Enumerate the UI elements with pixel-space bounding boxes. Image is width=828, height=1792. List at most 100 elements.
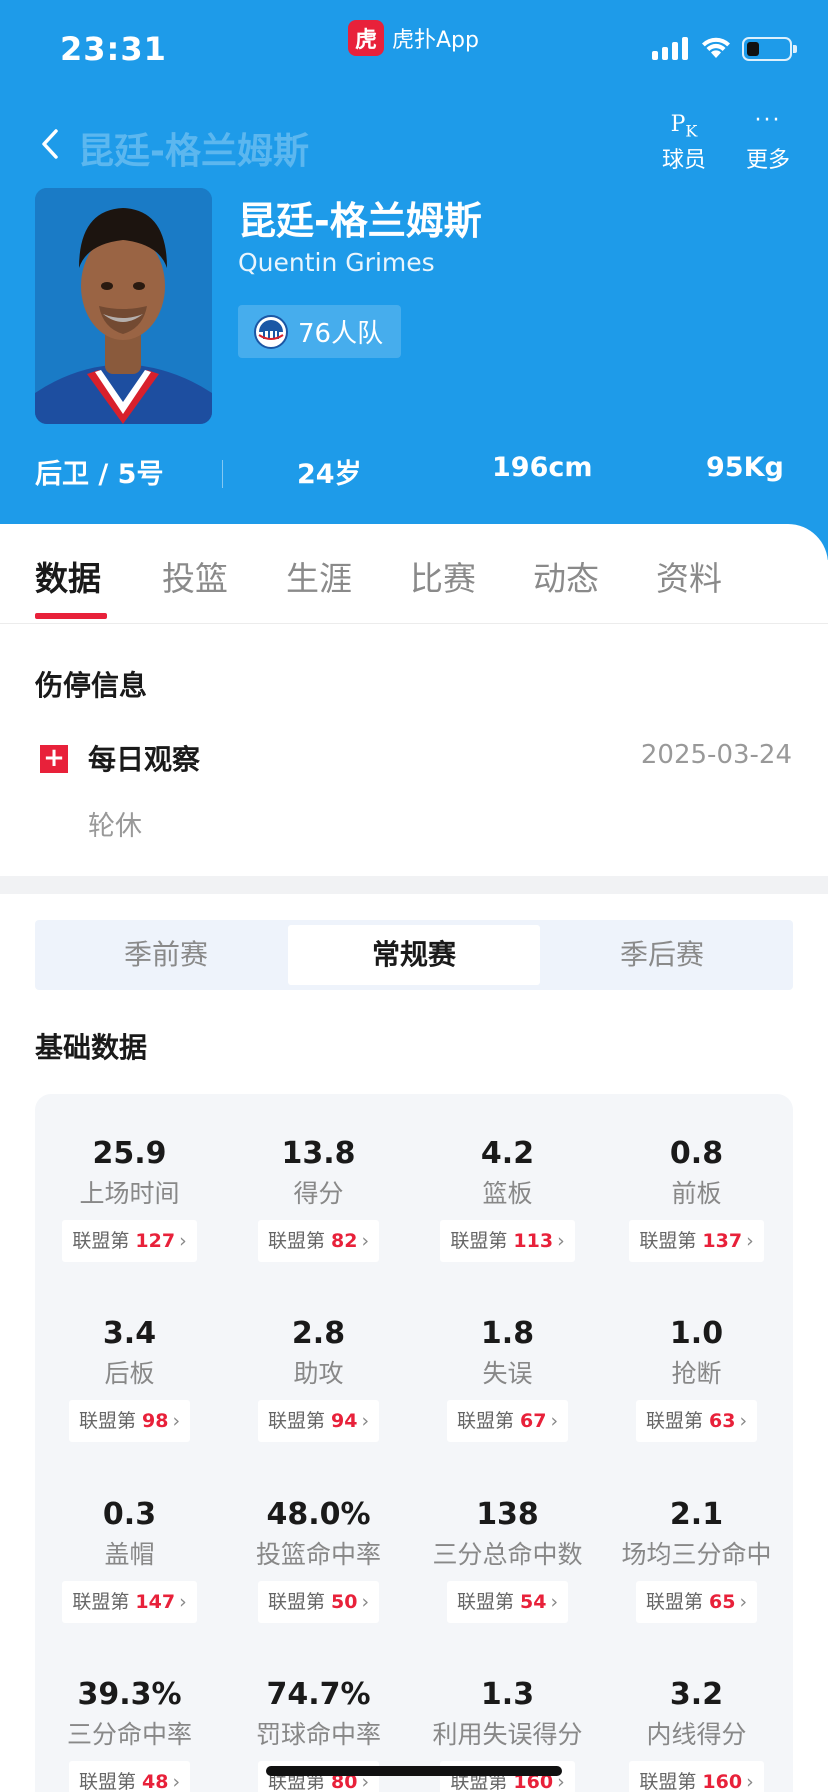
stat-3p-pct: 39.3% 三分命中率 联盟第 48 › (35, 1675, 224, 1792)
league-rank-button[interactable]: 联盟第 54 › (446, 1581, 569, 1623)
stat-label: 三分总命中数 (432, 1540, 583, 1569)
nav-title: 昆廷-格兰姆斯 (78, 131, 309, 172)
medical-cross-icon: + (40, 745, 68, 773)
tab-data[interactable]: 数据 (35, 552, 101, 600)
status-time: 23:31 (60, 30, 167, 68)
stat-blocks: 0.3 盖帽 联盟第 147 › (35, 1495, 224, 1623)
wifi-icon (702, 37, 730, 58)
stat-value: 39.3% (77, 1677, 182, 1712)
section-divider (0, 876, 828, 894)
chevron-right-icon: › (746, 1771, 754, 1792)
league-rank-button[interactable]: 联盟第 82 › (257, 1220, 380, 1262)
more-label: 更多 (745, 148, 790, 173)
season-preseason-tab[interactable]: 季前赛 (40, 925, 292, 985)
season-regular-tab[interactable]: 常规赛 (288, 925, 540, 985)
season-type-switch: 季前赛 常规赛 季后赛 (35, 920, 793, 990)
stat-value: 13.8 (281, 1136, 356, 1171)
basic-stats-title: 基础数据 (35, 1031, 148, 1064)
chevron-right-icon: › (172, 1771, 181, 1792)
stat-turnovers: 1.8 失误 联盟第 67 › (413, 1314, 602, 1442)
player-avatar (35, 188, 212, 424)
stat-value: 74.7% (266, 1677, 371, 1712)
chevron-right-icon: › (739, 1410, 748, 1432)
team-name: 76人队 (298, 319, 384, 349)
stat-steals: 1.0 抢断 联盟第 63 › (602, 1314, 791, 1442)
tab-games[interactable]: 比赛 (410, 552, 476, 600)
tab-shooting[interactable]: 投篮 (162, 552, 228, 600)
stat-fg-pct: 48.0% 投篮命中率 联盟第 50 › (224, 1495, 413, 1623)
league-rank-button[interactable]: 联盟第 98 › (68, 1400, 191, 1442)
tab-profile[interactable]: 资料 (656, 552, 722, 600)
stat-value: 0.3 (102, 1497, 157, 1532)
stat-assists: 2.8 助攻 联盟第 94 › (224, 1314, 413, 1442)
tab-career[interactable]: 生涯 (286, 552, 352, 600)
stat-value: 48.0% (266, 1497, 371, 1532)
stat-defensive-rebounds: 3.4 后板 联盟第 98 › (35, 1314, 224, 1442)
battery-icon (742, 37, 797, 61)
more-button[interactable]: ··· 更多 (740, 108, 796, 174)
chevron-right-icon: › (361, 1591, 370, 1613)
league-rank-button[interactable]: 联盟第 137 › (629, 1220, 764, 1262)
player-name-cn: 昆廷-格兰姆斯 (238, 199, 482, 243)
league-rank-button[interactable]: 联盟第 67 › (446, 1400, 569, 1442)
status-app-indicator[interactable]: 虎 虎扑App (348, 20, 479, 56)
stat-label: 场均三分命中 (621, 1540, 772, 1569)
position-number: 后卫 / 5号 (35, 459, 164, 490)
stat-label: 得分 (293, 1179, 344, 1208)
chevron-left-icon (42, 129, 58, 159)
player-height: 196cm (492, 452, 593, 483)
league-rank-button[interactable]: 联盟第 65 › (635, 1581, 758, 1623)
league-rank-button[interactable]: 联盟第 113 › (440, 1220, 575, 1262)
league-rank-button[interactable]: 联盟第 160 › (629, 1761, 764, 1792)
chevron-right-icon: › (179, 1591, 187, 1613)
injury-date: 2025-03-24 (640, 740, 792, 770)
stat-label: 后板 (104, 1359, 155, 1388)
stat-value: 2.1 (669, 1497, 724, 1532)
league-rank-button[interactable]: 联盟第 50 › (257, 1581, 380, 1623)
pk-icon: PK (670, 112, 698, 141)
stat-label: 盖帽 (104, 1540, 155, 1569)
stat-offensive-rebounds: 0.8 前板 联盟第 137 › (602, 1134, 791, 1262)
stat-label: 利用失误得分 (432, 1720, 583, 1749)
stat-value: 2.8 (291, 1316, 346, 1351)
home-indicator[interactable] (266, 1766, 562, 1776)
league-rank-button[interactable]: 联盟第 147 › (62, 1581, 197, 1623)
stat-label: 投篮命中率 (255, 1540, 381, 1569)
status-bar: 23:31 虎 虎扑App (0, 0, 828, 100)
league-rank-button[interactable]: 联盟第 63 › (635, 1400, 758, 1442)
player-name-en: Quentin Grimes (238, 248, 435, 277)
hupu-app-icon: 虎 (348, 20, 384, 56)
stat-label: 罚球命中率 (255, 1720, 381, 1749)
back-button[interactable] (40, 126, 66, 162)
stat-points: 13.8 得分 联盟第 82 › (224, 1134, 413, 1262)
stat-paint-points: 3.2 内线得分 联盟第 160 › (602, 1675, 791, 1792)
status-app-name: 虎扑App (392, 28, 479, 53)
stat-label: 内线得分 (646, 1720, 747, 1749)
main-tabs: 数据 投篮 生涯 比赛 动态 资料 (0, 524, 828, 624)
stat-3pm-per-game: 2.1 场均三分命中 联盟第 65 › (602, 1495, 791, 1623)
stat-value: 1.0 (669, 1316, 724, 1351)
chevron-right-icon: › (739, 1591, 748, 1613)
player-weight: 95Kg (706, 452, 784, 483)
active-tab-indicator (35, 613, 107, 619)
player-pk-button[interactable]: PK 球员 (656, 108, 712, 174)
stat-value: 1.3 (480, 1677, 535, 1712)
stat-label: 篮板 (482, 1179, 533, 1208)
player-header: 23:31 虎 虎扑App 昆廷-格兰姆斯 PK 球员 ··· 更多 昆廷-格兰… (0, 0, 828, 560)
league-rank-button[interactable]: 联盟第 127 › (62, 1220, 197, 1262)
season-playoffs-tab[interactable]: 季后赛 (536, 925, 788, 985)
more-dots-icon: ··· (754, 108, 782, 133)
stat-value: 4.2 (480, 1136, 535, 1171)
pk-label: 球员 (661, 148, 706, 173)
tab-news[interactable]: 动态 (533, 552, 599, 600)
league-rank-button[interactable]: 联盟第 94 › (257, 1400, 380, 1442)
stat-label: 上场时间 (79, 1179, 180, 1208)
stat-rebounds: 4.2 篮板 联盟第 113 › (413, 1134, 602, 1262)
injury-section-title: 伤停信息 (35, 669, 148, 702)
team-badge[interactable]: 76人队 (238, 305, 401, 358)
stat-value: 0.8 (669, 1136, 724, 1171)
league-rank-button[interactable]: 联盟第 48 › (68, 1761, 191, 1792)
chevron-right-icon: › (361, 1410, 370, 1432)
stat-value: 25.9 (92, 1136, 167, 1171)
chevron-right-icon: › (557, 1230, 565, 1252)
